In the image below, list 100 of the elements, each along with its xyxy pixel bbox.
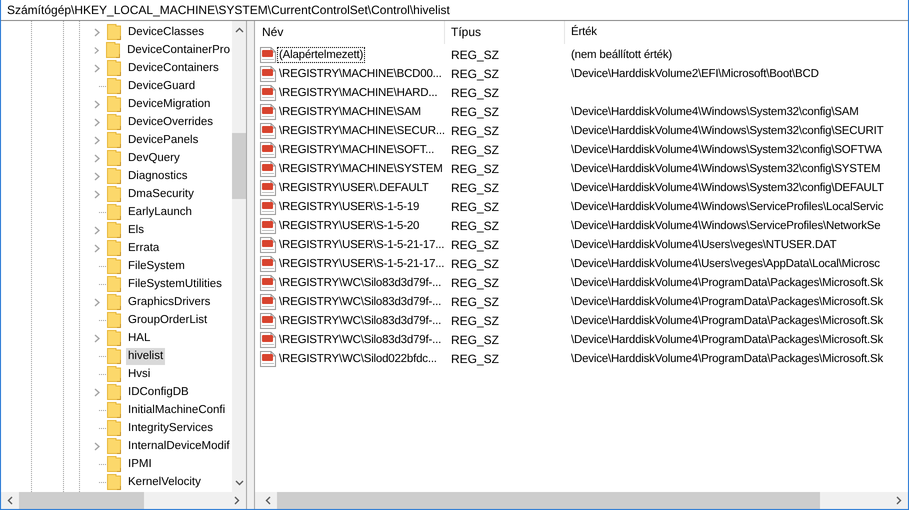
expand-chevron-icon[interactable] (94, 190, 100, 198)
scroll-left-icon[interactable] (7, 496, 13, 505)
tree-item[interactable]: DeviceMigration (126, 96, 212, 112)
tree-item[interactable]: GroupOrderList (126, 312, 210, 328)
column-header[interactable]: Érték (565, 21, 908, 44)
scroll-up-icon[interactable] (234, 27, 244, 33)
value-name[interactable]: \REGISTRY\USER\S-1-5-21-17... (277, 256, 446, 272)
expand-chevron-icon[interactable] (94, 442, 100, 450)
tree-item[interactable]: FileSystem (126, 258, 187, 274)
expand-chevron-icon[interactable] (94, 136, 100, 144)
value-type: REG_SZ (451, 352, 500, 366)
scroll-left-icon[interactable] (265, 496, 271, 505)
value-name[interactable]: \REGISTRY\MACHINE\HARD... (277, 84, 440, 100)
column-header[interactable]: Típus (445, 21, 565, 44)
value-type: REG_SZ (451, 256, 500, 270)
value-type: REG_SZ (451, 218, 500, 232)
tree-item[interactable]: Hvsi (126, 366, 152, 382)
expand-chevron-icon[interactable] (94, 46, 100, 54)
value-name[interactable]: \REGISTRY\WC\Silod022bfdc... (277, 350, 439, 366)
tree-item[interactable]: IntegrityServices (126, 420, 216, 436)
value-data: \Device\HarddiskVolume4\ProgramData\Packages\Microsoft.Sk (571, 276, 884, 288)
tree-item[interactable]: IPMI (126, 456, 154, 472)
tree-item[interactable]: Els (126, 222, 146, 238)
tree-item[interactable]: DevQuery (126, 150, 182, 166)
folder-icon (107, 402, 121, 418)
tree-item[interactable]: FileSystemUtilities (126, 276, 224, 292)
folder-icon (107, 96, 121, 112)
value-type: REG_SZ (451, 66, 500, 80)
tree-item[interactable]: DeviceContainerPro (125, 42, 232, 58)
value-type: REG_SZ (451, 294, 500, 308)
tree-item[interactable]: DeviceContainers (126, 60, 221, 76)
scrollbar-thumb[interactable] (232, 133, 246, 199)
folder-icon (107, 474, 121, 490)
folder-icon (107, 114, 121, 130)
scroll-right-icon[interactable] (234, 496, 240, 505)
expand-chevron-icon[interactable] (94, 154, 100, 162)
vertical-scrollbar[interactable] (232, 21, 246, 492)
expand-chevron-icon[interactable] (94, 226, 100, 234)
tree-item[interactable]: Diagnostics (126, 168, 190, 184)
value-name[interactable]: \REGISTRY\MACHINE\SECUR... (277, 122, 447, 138)
value-data: \Device\HarddiskVolume4\Windows\System32\config\SYSTEM (571, 162, 880, 174)
expand-chevron-icon[interactable] (94, 298, 100, 306)
value-name[interactable]: \REGISTRY\WC\Silo83d3d79f-... (277, 312, 444, 328)
expand-chevron-icon[interactable] (94, 64, 100, 72)
value-data: \Device\HarddiskVolume4\Users\veges\AppData\Local\Microsc (571, 258, 880, 270)
folder-icon (107, 312, 121, 328)
expand-chevron-icon[interactable] (94, 28, 100, 36)
value-name[interactable]: \REGISTRY\WC\Silo83d3d79f-... (277, 294, 444, 310)
value-data: \Device\HarddiskVolume4\Windows\ServiceProfiles\NetworkSe (571, 220, 880, 232)
tree-item[interactable]: InternalDeviceModif (126, 438, 232, 454)
horizontal-scrollbar[interactable] (1, 492, 246, 509)
folder-icon (107, 258, 121, 274)
document-icon (260, 104, 276, 120)
tree-item[interactable]: hivelist (126, 348, 166, 364)
expand-chevron-icon[interactable] (94, 172, 100, 180)
tree-item[interactable]: DeviceOverrides (126, 114, 215, 130)
expand-chevron-icon[interactable] (94, 100, 100, 108)
value-name[interactable]: \REGISTRY\USER\.DEFAULT (277, 180, 431, 196)
value-name[interactable]: \REGISTRY\MACHINE\SYSTEM (277, 160, 445, 176)
column-header[interactable]: Név (255, 21, 445, 44)
folder-icon (107, 132, 121, 148)
tree-item[interactable]: EarlyLaunch (126, 204, 194, 220)
value-name[interactable]: \REGISTRY\WC\Silo83d3d79f-... (277, 274, 444, 290)
tree-item[interactable]: DmaSecurity (126, 186, 196, 202)
expand-chevron-icon[interactable] (94, 244, 100, 252)
tree-item[interactable]: IDConfigDB (126, 384, 191, 400)
value-type: REG_SZ (451, 48, 500, 62)
value-name[interactable]: \REGISTRY\MACHINE\SAM (277, 104, 423, 120)
value-name[interactable]: \REGISTRY\MACHINE\SOFT... (277, 142, 436, 158)
expand-chevron-icon[interactable] (94, 334, 100, 342)
expand-chevron-icon[interactable] (94, 388, 100, 396)
scroll-down-icon[interactable] (234, 480, 244, 486)
tree-item[interactable]: DeviceGuard (126, 78, 198, 94)
value-data: \Device\HarddiskVolume2\EFI\Microsoft\Boot\BCD (571, 68, 819, 80)
document-icon (260, 332, 276, 348)
value-data: \Device\HarddiskVolume4\ProgramData\Packages\Microsoft.Sk (571, 352, 884, 364)
value-name[interactable]: \REGISTRY\USER\S-1-5-19 (277, 198, 422, 214)
folder-icon (107, 168, 121, 184)
value-name[interactable]: \REGISTRY\WC\Silo83d3d79f-... (277, 332, 444, 348)
value-type: REG_SZ (451, 124, 500, 138)
folder-icon (106, 42, 120, 58)
tree-item[interactable]: DeviceClasses (126, 24, 206, 40)
scroll-right-icon[interactable] (896, 496, 902, 505)
tree-item[interactable]: InitialMachineConfi (126, 402, 228, 418)
value-type: REG_SZ (451, 162, 500, 176)
tree-item[interactable]: DevicePanels (126, 132, 200, 148)
document-icon (260, 218, 276, 234)
value-name[interactable]: \REGISTRY\USER\S-1-5-21-17... (277, 236, 446, 252)
value-name[interactable]: \REGISTRY\MACHINE\BCD00... (277, 66, 444, 82)
tree-item[interactable]: GraphicsDrivers (126, 294, 212, 310)
scrollbar-thumb[interactable] (277, 492, 820, 509)
tree-item[interactable]: Errata (126, 240, 162, 256)
value-name[interactable]: \REGISTRY\USER\S-1-5-20 (277, 218, 422, 234)
folder-icon (107, 456, 121, 472)
horizontal-scrollbar[interactable] (255, 492, 908, 509)
value-name[interactable]: (Alapértelmezett) (277, 46, 366, 62)
tree-item[interactable]: HAL (126, 330, 152, 346)
scrollbar-thumb[interactable] (19, 492, 144, 509)
tree-item[interactable]: KernelVelocity (126, 474, 203, 490)
expand-chevron-icon[interactable] (94, 118, 100, 126)
